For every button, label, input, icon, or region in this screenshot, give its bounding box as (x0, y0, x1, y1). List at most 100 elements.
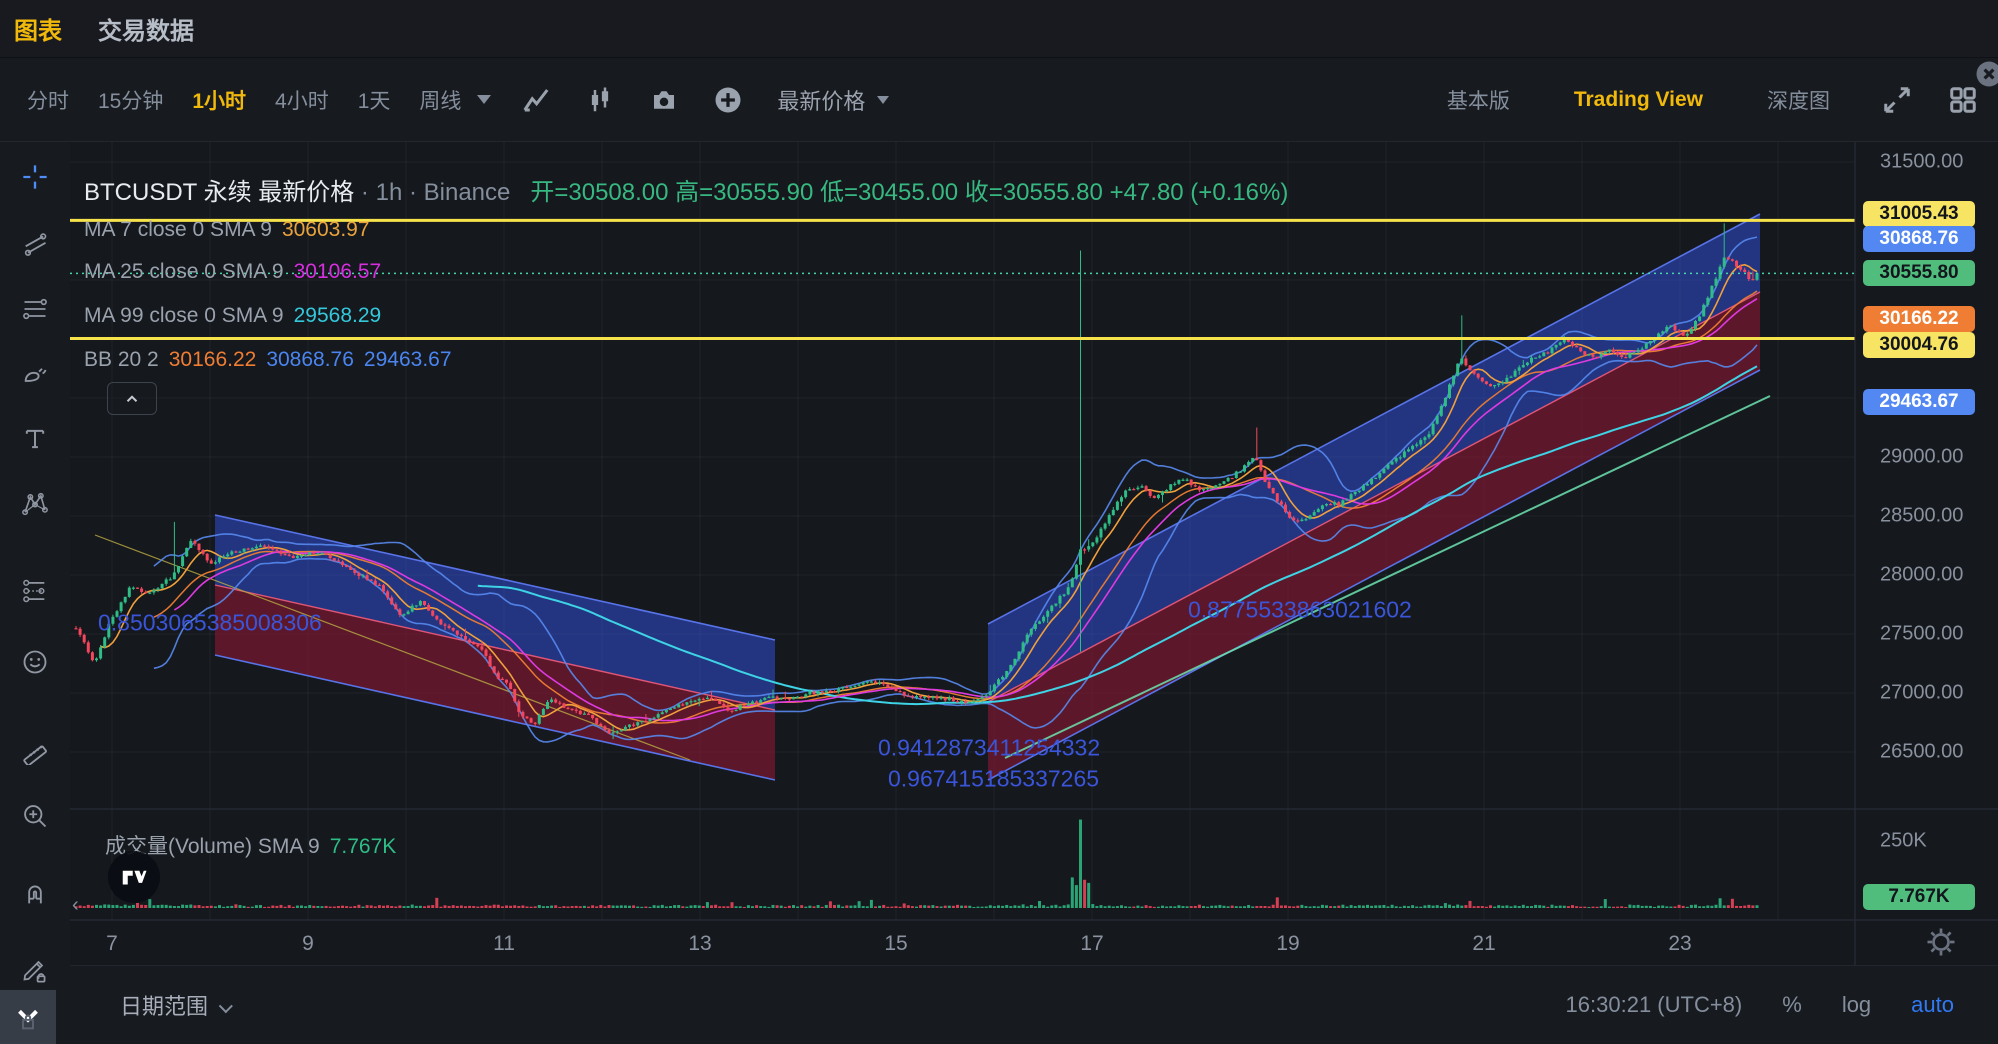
indicator-label: MA 25 close 0 SMA 9 (84, 260, 284, 283)
time-axis-label: 15 (884, 932, 907, 956)
axis-settings-gear-icon[interactable] (1923, 924, 1959, 960)
draw-lock-icon[interactable] (21, 955, 49, 983)
symbol-name: BTCUSDT 永续 最新价格 (84, 179, 354, 206)
toolbar-right-group: 基本版 Trading View 深度图 (1383, 85, 1998, 115)
chart-pane[interactable]: BTCUSDT 永续 最新价格 · 1h · Binance 开=30508.0… (70, 142, 1998, 1044)
volume-axis-label: 250K (1880, 830, 1927, 853)
price-mode-selector[interactable]: 最新价格 (777, 84, 865, 116)
view-tab-tradingview[interactable]: Trading View (1574, 88, 1703, 112)
emoji-icon[interactable] (21, 648, 49, 676)
clock-display[interactable]: 16:30:21 (UTC+8) (1566, 992, 1743, 1018)
symbol-header: BTCUSDT 永续 最新价格 · 1h · Binance 开=30508.0… (84, 172, 1288, 207)
indicator-label: MA 99 close 0 SMA 9 (84, 304, 284, 327)
text-tool-icon[interactable] (21, 425, 49, 453)
indicator-row[interactable]: MA 25 close 0 SMA 9 30106.57 (84, 260, 381, 284)
top-tab-bar: 图表 交易数据 (0, 0, 1998, 58)
indicator-value: 29568.29 (294, 304, 382, 327)
trading-app: 图表 交易数据 分时 15分钟 1小时 4小时 1天 周线 (0, 0, 1998, 1044)
interval-15m[interactable]: 15分钟 (98, 85, 163, 115)
magnet-icon[interactable] (21, 880, 49, 908)
grid-layout-icon[interactable] (1948, 85, 1978, 115)
price-axis-label: 27500.00 (1880, 623, 1963, 646)
time-axis-label: 7 (106, 932, 118, 956)
indicator-label: MA 7 close 0 SMA 9 (84, 218, 272, 241)
tradingview-logo[interactable] (108, 851, 160, 903)
camera-icon[interactable] (649, 85, 679, 115)
price-axis-label: 26500.00 (1880, 741, 1963, 764)
trend-channel-icon[interactable] (21, 230, 49, 258)
time-axis-label: 11 (493, 932, 515, 956)
price-badge: 30555.80 (1863, 260, 1975, 286)
ruler-icon[interactable] (21, 737, 49, 765)
interval-minute[interactable]: 分时 (27, 85, 69, 115)
close-panel-icon[interactable] (1974, 59, 1998, 89)
indicator-row[interactable]: MA 7 close 0 SMA 9 30603.97 (84, 218, 370, 242)
price-badge: 30166.22 (1863, 306, 1975, 332)
view-tab-depth[interactable]: 深度图 (1767, 85, 1830, 115)
chart-toolbar: 分时 15分钟 1小时 4小时 1天 周线 (0, 58, 1998, 142)
price-mode-caret-icon[interactable] (877, 96, 889, 104)
time-axis-label: 21 (1472, 932, 1495, 956)
hide-drawing-toolbar-button[interactable] (0, 990, 56, 1044)
fib-value-annotation: 0.967415185337265 (888, 766, 1099, 793)
fullscreen-icon[interactable] (1882, 85, 1912, 115)
tab-trading-data[interactable]: 交易数据 (98, 11, 194, 46)
log-scale-toggle[interactable]: log (1842, 992, 1871, 1018)
line-chart-icon[interactable] (521, 85, 551, 115)
tab-chart[interactable]: 图表 (14, 11, 62, 46)
indicator-value: 30106.57 (294, 260, 382, 283)
time-axis-label: 9 (302, 932, 314, 956)
interval-dropdown-caret-icon[interactable] (477, 95, 491, 104)
time-axis-label: 19 (1276, 932, 1299, 956)
price-axis-label: 31500.00 (1880, 151, 1963, 174)
price-badge: 31005.43 (1863, 201, 1975, 227)
indicator-value: 30166.22 (169, 348, 257, 371)
date-range-selector[interactable]: 日期范围 (120, 989, 228, 1021)
percent-scale-toggle[interactable]: % (1782, 992, 1802, 1018)
toolbar-left-group: 分时 15分钟 1小时 4小时 1天 周线 (0, 84, 889, 116)
interval-4h[interactable]: 4小时 (275, 85, 329, 115)
brush-icon[interactable] (21, 360, 49, 388)
zoom-in-icon[interactable] (21, 802, 49, 830)
price-badge: 29463.67 (1863, 389, 1975, 415)
collapse-indicators-button[interactable] (107, 382, 157, 415)
chart-bottom-bar: 日期范围 16:30:21 (UTC+8) % log auto (70, 965, 1998, 1044)
time-axis-label: 17 (1080, 932, 1103, 956)
price-axis-label: 28500.00 (1880, 505, 1963, 528)
interval-1h[interactable]: 1小时 (192, 85, 246, 115)
time-axis-label: 13 (688, 932, 711, 956)
crosshair-icon[interactable] (21, 163, 49, 191)
chevron-down-icon (219, 999, 233, 1013)
collapse-volume-arrow[interactable]: ‹ (72, 894, 79, 917)
price-axis-label: 27000.00 (1880, 682, 1963, 705)
chevron-down-icon (11, 1000, 45, 1034)
price-axis-label: 28000.00 (1880, 564, 1963, 587)
indicator-value: 30868.76 (266, 348, 354, 371)
price-badge: 30868.76 (1863, 226, 1975, 252)
time-axis-label: 23 (1668, 932, 1691, 956)
forecast-icon[interactable] (21, 577, 49, 605)
volume-sma-value: 7.767K (330, 835, 397, 858)
drawing-tools-sidebar (0, 142, 70, 1044)
chevron-up-icon (123, 390, 141, 408)
interval-1d[interactable]: 1天 (358, 85, 391, 115)
fib-value-annotation: 0.8503065385008306 (98, 610, 322, 637)
candlestick-icon[interactable] (585, 85, 615, 115)
horizontal-lines-icon[interactable] (21, 295, 49, 323)
indicator-row[interactable]: MA 99 close 0 SMA 9 29568.29 (84, 304, 381, 328)
ohlc-values: 开=30508.00 高=30555.90 低=30455.00 收=30555… (530, 179, 1288, 206)
xabcd-pattern-icon[interactable] (21, 490, 49, 518)
fib-value-annotation: 0.9412873411254332 (878, 735, 1100, 762)
indicator-label: BB 20 2 (84, 348, 159, 371)
indicator-value: 30603.97 (282, 218, 370, 241)
interval-1w[interactable]: 周线 (419, 85, 461, 115)
price-axis-label: 29000.00 (1880, 446, 1963, 469)
indicator-row[interactable]: BB 20 2 30166.22 30868.76 29463.67 (84, 348, 452, 372)
tv-logo-glyph (119, 862, 149, 892)
auto-scale-toggle[interactable]: auto (1911, 992, 1954, 1018)
bottom-bar-right: 16:30:21 (UTC+8) % log auto (1566, 992, 1954, 1018)
indicator-value: 29463.67 (364, 348, 452, 371)
fib-value-annotation: 0.8775533863021602 (1188, 597, 1412, 624)
plus-circle-icon[interactable] (713, 85, 743, 115)
view-tab-basic[interactable]: 基本版 (1447, 85, 1510, 115)
